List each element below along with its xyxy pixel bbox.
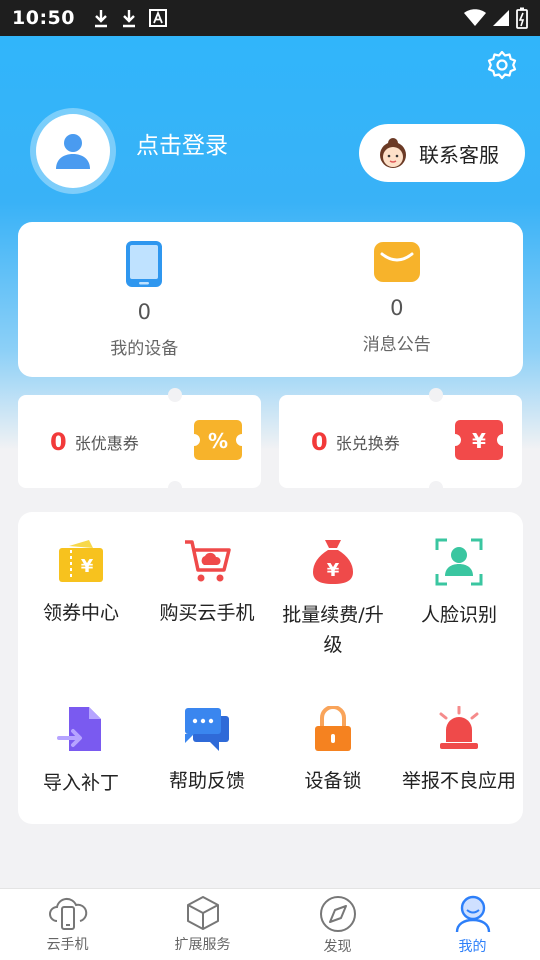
coupon-card[interactable]: 0 张优惠券 % xyxy=(18,388,261,495)
coupon-center-label: 领券中心 xyxy=(42,602,119,624)
user-icon xyxy=(56,134,90,169)
tab-mine-label: 我的 xyxy=(458,939,487,955)
phone-icon xyxy=(126,241,163,287)
ticket-notch xyxy=(168,481,182,495)
voucher-count: 0 xyxy=(311,427,328,456)
avatar[interactable] xyxy=(30,108,116,194)
chat-feedback-icon xyxy=(185,708,229,751)
tab-extended-services-label: 扩展服务 xyxy=(174,937,231,953)
voucher-label: 张兑换券 xyxy=(335,433,400,453)
my-devices-label: 我的设备 xyxy=(110,339,179,359)
bottom-tab-bar: 云手机 扩展服务 发现 我的 xyxy=(0,888,540,960)
mail-icon xyxy=(373,242,420,282)
wifi-icon xyxy=(464,9,486,26)
feature-grid: ¥ 领券中心 购买云手机 ¥ 批量续费/升级 人脸识别 导入补丁 帮助反馈 设备… xyxy=(18,512,523,824)
ticket-notch xyxy=(429,388,443,402)
buy-cloud-phone-button[interactable]: 购买云手机 xyxy=(144,538,270,628)
box-icon xyxy=(186,896,219,930)
percent-ticket-icon: % xyxy=(194,420,242,460)
my-devices-count: 0 xyxy=(137,300,151,324)
svg-text:¥: ¥ xyxy=(472,429,486,453)
report-app-button[interactable]: 举报不良应用 xyxy=(396,706,522,796)
coupon-center-icon: ¥ xyxy=(59,540,103,582)
cart-cloud-icon xyxy=(185,540,231,582)
import-patch-button[interactable]: 导入补丁 xyxy=(18,706,144,798)
contact-service-label: 联系客服 xyxy=(419,142,499,167)
settings-button[interactable] xyxy=(485,48,519,82)
tab-discover-label: 发现 xyxy=(323,939,352,955)
device-lock-label: 设备锁 xyxy=(304,770,362,792)
face-recognition-label: 人脸识别 xyxy=(420,604,497,626)
customer-service-avatar-icon xyxy=(380,138,406,168)
compass-icon xyxy=(319,896,356,932)
contact-service-button[interactable]: 联系客服 xyxy=(359,124,525,182)
tab-cloud-phone-label: 云手机 xyxy=(46,937,89,953)
ticket-notch xyxy=(429,481,443,495)
yen-ticket-icon: ¥ xyxy=(455,420,503,460)
batch-renew-button[interactable]: ¥ 批量续费/升级 xyxy=(270,538,396,660)
face-recognition-button[interactable]: 人脸识别 xyxy=(396,538,522,630)
announcements-label: 消息公告 xyxy=(362,335,431,355)
buy-cloud-phone-label: 购买云手机 xyxy=(159,602,255,624)
import-patch-label: 导入补丁 xyxy=(42,772,119,794)
report-app-label: 举报不良应用 xyxy=(401,770,516,792)
device-lock-button[interactable]: 设备锁 xyxy=(270,706,396,796)
stats-card: 0 我的设备 0 消息公告 xyxy=(18,222,523,377)
status-time: 10:50 xyxy=(12,7,75,29)
keyboard-icon xyxy=(148,9,167,27)
ticket-notch xyxy=(168,388,182,402)
login-link[interactable]: 点击登录 xyxy=(136,126,228,160)
download-icon xyxy=(122,10,135,28)
gear-icon xyxy=(487,50,517,80)
profile-icon xyxy=(455,895,490,933)
help-feedback-label: 帮助反馈 xyxy=(168,770,245,792)
announcements-count: 0 xyxy=(390,296,404,320)
my-devices-stat[interactable]: 0 我的设备 xyxy=(18,222,271,377)
status-bar: 10:50 xyxy=(0,0,540,36)
alarm-icon xyxy=(439,706,479,749)
battery-icon xyxy=(516,7,528,29)
signal-icon xyxy=(493,10,509,26)
batch-renew-label: 批量续费/升级 xyxy=(282,604,384,656)
svg-text:¥: ¥ xyxy=(81,556,94,577)
svg-text:¥: ¥ xyxy=(327,560,340,581)
coupon-center-button[interactable]: ¥ 领券中心 xyxy=(18,538,144,628)
voucher-card[interactable]: 0 张兑换券 ¥ xyxy=(279,388,522,495)
avatar-circle xyxy=(36,114,110,188)
announcements-stat[interactable]: 0 消息公告 xyxy=(271,222,524,377)
tab-cloud-phone[interactable]: 云手机 xyxy=(0,889,135,960)
tab-mine[interactable]: 我的 xyxy=(405,889,540,960)
cloud-phone-icon xyxy=(48,897,87,930)
svg-text:%: % xyxy=(208,429,228,453)
tab-discover[interactable]: 发现 xyxy=(270,889,405,960)
lock-icon xyxy=(315,706,351,751)
import-patch-icon xyxy=(57,707,101,751)
coupon-count: 0 xyxy=(50,427,67,456)
help-feedback-button[interactable]: 帮助反馈 xyxy=(144,706,270,796)
tab-extended-services[interactable]: 扩展服务 xyxy=(135,889,270,960)
coupon-label: 张优惠券 xyxy=(74,433,139,453)
face-id-icon xyxy=(435,538,483,586)
download-icon xyxy=(94,10,107,28)
money-bag-icon: ¥ xyxy=(313,540,353,584)
